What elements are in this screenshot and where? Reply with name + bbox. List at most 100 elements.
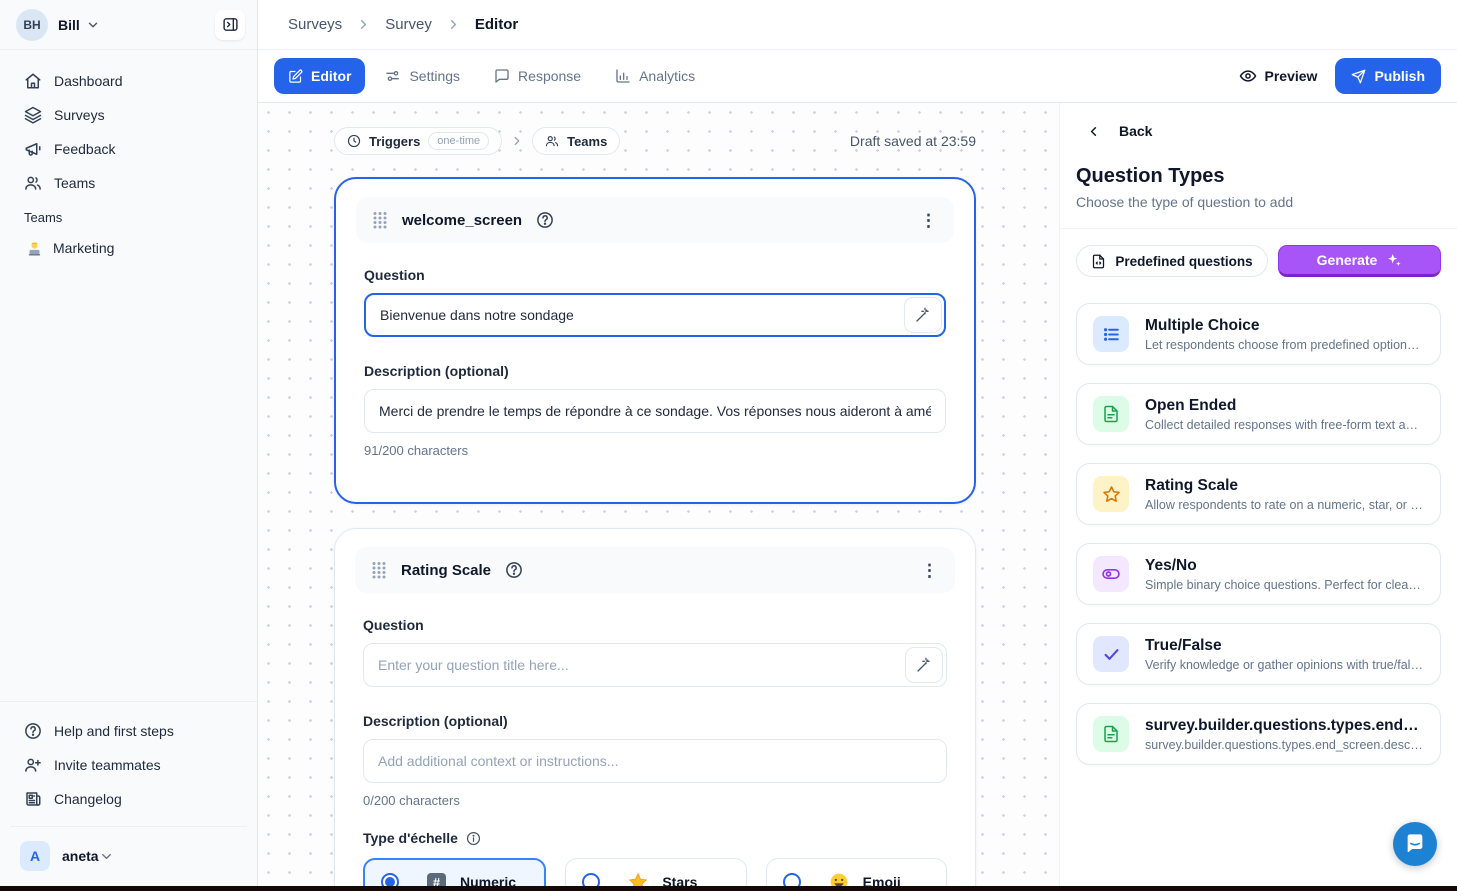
card-menu-icon[interactable]: ⋮ [921,562,939,579]
question-title-input[interactable] [363,643,947,687]
type-card-true-false[interactable]: True/False Verify knowledge or gather op… [1076,623,1441,685]
chat-widget-button[interactable] [1393,822,1437,866]
users-icon [545,134,559,148]
triggers-chip[interactable]: Triggers one-time [334,127,502,155]
type-card-end-screen[interactable]: survey.builder.questions.types.end_scr..… [1076,703,1441,765]
tab-bar-actions: Preview Publish [1239,58,1442,94]
sidebar-footer: Help and first steps Invite teammates Ch… [0,701,257,891]
predefined-questions-label: Predefined questions [1115,254,1252,269]
sidebar-spacer [0,265,257,701]
eye-icon [1239,67,1257,85]
breadcrumb-survey[interactable]: Survey [385,16,432,33]
magic-wand-icon [916,657,932,673]
spacer [363,808,947,816]
description-label: Description (optional) [363,713,947,729]
question-card-header: Rating Scale ⋮ [355,547,955,593]
sidebar-item-changelog[interactable]: Changelog [0,782,257,816]
description-label: Description (optional) [364,363,946,379]
question-card-title: Rating Scale [401,562,491,579]
type-card-open-ended[interactable]: Open Ended Collect detailed responses wi… [1076,383,1441,445]
question-title-input[interactable] [364,293,946,337]
account-avatar: A [20,841,50,871]
sliders-icon [385,68,401,84]
ai-rewrite-button[interactable] [905,647,943,683]
megaphone-icon [24,140,42,158]
file-icon [1091,254,1106,269]
preview-label: Preview [1265,68,1318,84]
clock-icon [347,134,361,148]
type-text: Rating Scale Allow respondents to rate o… [1145,477,1424,512]
predefined-questions-button[interactable]: Predefined questions [1076,245,1268,277]
sidebar-item-dashboard[interactable]: Dashboard [0,64,257,98]
sidebar-item-surveys[interactable]: Surveys [0,98,257,132]
chevron-right-icon [356,17,371,32]
survey-canvas[interactable]: Triggers one-time Teams Draft saved at 2… [258,103,1059,891]
type-card-multiple-choice[interactable]: Multiple Choice Let respondents choose f… [1076,303,1441,365]
breadcrumb-editor: Editor [475,16,518,33]
type-text: Open Ended Collect detailed responses wi… [1145,397,1424,432]
one-time-badge: one-time [428,132,489,150]
preview-button[interactable]: Preview [1239,67,1318,85]
question-description-input[interactable] [363,739,947,783]
workspace-name: Bill [58,17,80,33]
screen-edge-strip [0,886,1457,891]
question-card-rating-scale[interactable]: Rating Scale ⋮ Question [334,528,976,891]
question-card-body: Question Description (optional) [336,243,974,502]
type-card-rating-scale[interactable]: Rating Scale Allow respondents to rate o… [1076,463,1441,525]
card-menu-icon[interactable]: ⋮ [920,212,938,229]
ai-rewrite-button[interactable] [904,297,942,333]
tab-analytics[interactable]: Analytics [601,58,709,94]
sidebar-item-label: Surveys [54,107,105,123]
publish-button[interactable]: Publish [1335,58,1441,94]
help-circle-icon[interactable] [536,211,554,229]
sidebar-item-label: Feedback [54,141,115,157]
char-count: 91/200 characters [364,443,946,458]
sidebar-item-help[interactable]: Help and first steps [0,714,257,748]
drag-handle-icon[interactable] [372,211,388,229]
canvas-toolbar: Triggers one-time Teams Draft saved at 2… [334,127,976,155]
file-text-icon [1093,716,1129,752]
chevron-down-icon [99,849,114,864]
sidebar-item-teams[interactable]: Teams [0,166,257,200]
sidebar-item-label: Dashboard [54,73,123,89]
home-icon [24,72,42,90]
tab-settings[interactable]: Settings [371,58,474,94]
sidebar-item-invite[interactable]: Invite teammates [0,748,257,782]
type-card-yes-no[interactable]: Yes/No Simple binary choice questions. P… [1076,543,1441,605]
list-icon [1093,316,1129,352]
question-description-input[interactable] [364,389,946,433]
generate-button[interactable]: Generate [1278,245,1441,277]
teams-chip[interactable]: Teams [532,127,620,155]
toggle-icon [1093,556,1129,592]
type-description: Let respondents choose from predefined o… [1145,338,1424,352]
sidebar-item-label: Invite teammates [54,757,161,773]
sidebar-item-label: Changelog [54,791,122,807]
question-card-welcome-screen[interactable]: welcome_screen ⋮ Question [334,177,976,504]
tab-bar: Editor Settings Response Analytics Previ… [258,50,1457,103]
drag-handle-icon[interactable] [371,561,387,579]
sidebar: BH Bill Dashboard Surveys Feedb [0,0,258,891]
panel-actions: Predefined questions Generate [1076,245,1441,277]
type-title: True/False [1145,637,1424,655]
type-text: survey.builder.questions.types.end_scr..… [1145,717,1424,752]
sidebar-nav: Dashboard Surveys Feedback Teams Teams M… [0,50,257,265]
sidebar-item-feedback[interactable]: Feedback [0,132,257,166]
tab-label: Editor [311,68,351,84]
type-title: survey.builder.questions.types.end_scr..… [1145,717,1424,735]
help-circle-icon[interactable] [505,561,523,579]
teams-chip-label: Teams [567,134,607,149]
breadcrumb: Surveys Survey Editor [258,0,1457,50]
description-input-wrap [364,389,946,433]
sidebar-item-team-marketing[interactable]: Marketing [0,231,257,265]
question-card-header: welcome_screen ⋮ [356,197,954,243]
account-menu[interactable]: A aneta [10,826,247,879]
magic-wand-icon [915,307,931,323]
back-button[interactable]: Back [1076,123,1152,139]
workspace-switcher[interactable]: BH Bill [0,0,257,50]
sidebar-collapse-button[interactable] [215,10,245,40]
tab-response[interactable]: Response [480,58,595,94]
tab-editor[interactable]: Editor [274,58,365,94]
breadcrumb-surveys[interactable]: Surveys [288,16,342,33]
info-icon[interactable] [466,831,481,846]
question-card-body: Question Description (optional) [335,593,975,891]
